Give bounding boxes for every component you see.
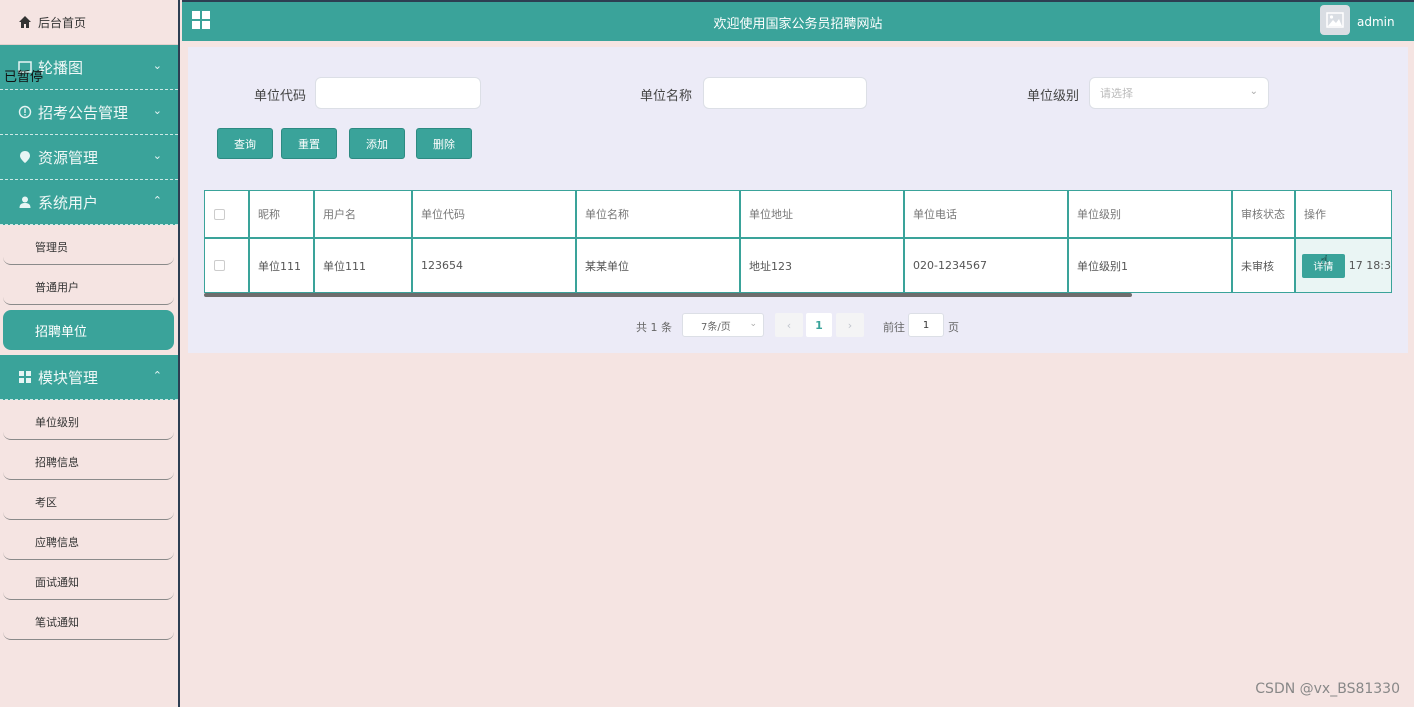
checkbox[interactable]	[214, 208, 225, 220]
column-header[interactable]: 单位级别	[1069, 191, 1233, 237]
avatar[interactable]	[1320, 5, 1350, 35]
main-panel: 单位代码 单位名称 单位级别 请选择 ⌄ 查询 重置 添加 删除 昵称 用户名 …	[188, 47, 1408, 353]
sidebar-item-interview-notice[interactable]: 面试通知	[3, 565, 174, 600]
column-header[interactable]: 审核状态	[1233, 191, 1296, 237]
sidebar-item-label: 后台首页	[38, 15, 87, 30]
menu-label: 招考公告管理	[38, 103, 129, 122]
image-icon	[1326, 12, 1344, 28]
menu-modules[interactable]: 模块管理 ⌃	[0, 355, 178, 400]
chevron-down-icon: ⌄	[152, 59, 162, 72]
menu-label: 资源管理	[38, 148, 99, 167]
page-size-select[interactable]: 7条/页 ⌄	[682, 313, 764, 337]
menu-system-users[interactable]: 系统用户 ⌃	[0, 180, 178, 225]
sidebar-item-application-info[interactable]: 应聘信息	[3, 525, 174, 560]
chevron-down-icon: ⌄	[1249, 86, 1258, 97]
next-page-button[interactable]: ›	[836, 313, 864, 337]
cell-phone: 020-1234567	[905, 239, 1069, 292]
sidebar-item-recruit-info[interactable]: 招聘信息	[3, 445, 174, 480]
username[interactable]: admin	[1357, 15, 1395, 29]
sidebar-item-normal-user[interactable]: 普通用户	[3, 270, 174, 305]
header-select-all[interactable]	[205, 191, 250, 237]
cell-username: 单位111	[315, 239, 413, 292]
menu-label: 轮播图	[38, 58, 84, 77]
sidebar-item-admin[interactable]: 管理员	[3, 230, 174, 265]
delete-button[interactable]: 删除	[416, 128, 472, 159]
sidebar-item-exam-area[interactable]: 考区	[3, 485, 174, 520]
cell-name: 某某单位	[577, 239, 741, 292]
info-icon	[18, 105, 32, 119]
query-button[interactable]: 查询	[217, 128, 273, 159]
unit-code-label: 单位代码	[254, 89, 307, 104]
sidebar-item-recruiting-unit[interactable]: 招聘单位	[3, 310, 174, 350]
chevron-up-icon: ⌃	[152, 194, 162, 207]
column-header[interactable]: 单位地址	[741, 191, 905, 237]
watermark: CSDN @vx_BS81330	[1255, 681, 1400, 697]
page-suffix: 页	[948, 321, 959, 334]
chevron-down-icon: ⌄	[152, 104, 162, 117]
cell-level: 单位级别1	[1069, 239, 1233, 292]
unit-level-select[interactable]: 请选择 ⌄	[1089, 77, 1269, 109]
unit-name-input[interactable]	[703, 77, 867, 109]
page-size-value: 7条/页	[701, 321, 731, 333]
column-header: 操作	[1304, 208, 1326, 221]
reset-button[interactable]: 重置	[281, 128, 337, 159]
chevron-up-icon: ⌃	[152, 369, 162, 382]
prev-page-button[interactable]: ‹	[775, 313, 803, 337]
cell-code: 123654	[413, 239, 577, 292]
unit-code-input[interactable]	[315, 77, 481, 109]
unit-level-label: 单位级别	[1027, 89, 1080, 104]
top-bar: 欢迎使用国家公务员招聘网站 admin	[182, 0, 1414, 41]
goto-page-input[interactable]: 1	[908, 313, 944, 337]
checkbox[interactable]	[214, 260, 225, 271]
chevron-down-icon: ⌄	[152, 149, 162, 162]
column-header[interactable]: 单位代码	[413, 191, 577, 237]
pagination: 共 1 条 7条/页 ⌄ ‹ 1 › 前往 1 页	[188, 313, 1408, 337]
sidebar-item-written-notice[interactable]: 笔试通知	[3, 605, 174, 640]
pagination-total: 共 1 条	[636, 321, 672, 334]
chevron-left-icon: ‹	[786, 318, 792, 332]
cell-status: 未审核	[1233, 239, 1296, 292]
row-select[interactable]	[205, 239, 250, 292]
chevron-down-icon: ⌄	[749, 319, 757, 329]
table-header-row: 昵称 用户名 单位代码 单位名称 单位地址 单位电话 单位级别 审核状态 操作	[205, 191, 1391, 239]
table-row: 单位111 单位111 123654 某某单位 地址123 020-123456…	[205, 239, 1391, 292]
grid-icon	[18, 370, 32, 384]
column-header[interactable]: 昵称	[250, 191, 315, 237]
data-table: 昵称 用户名 单位代码 单位名称 单位地址 单位电话 单位级别 审核状态 操作 …	[204, 190, 1392, 293]
chevron-right-icon: ›	[847, 318, 853, 332]
site-title: 欢迎使用国家公务员招聘网站	[713, 17, 883, 32]
column-header[interactable]: 用户名	[315, 191, 413, 237]
page-number-button[interactable]: 1	[806, 313, 832, 337]
cell-nickname: 单位111	[250, 239, 315, 292]
menu-announcements[interactable]: 招考公告管理 ⌄	[0, 90, 178, 135]
mouse-cursor-icon: ☝	[1320, 253, 1329, 269]
sidebar-item-home[interactable]: 后台首页	[0, 0, 178, 45]
cell-overflow-text: 17 18:3	[1348, 259, 1391, 272]
goto-label: 前往	[883, 321, 905, 334]
cell-address: 地址123	[741, 239, 905, 292]
menu-label: 模块管理	[38, 368, 99, 387]
column-header[interactable]: 单位名称	[577, 191, 741, 237]
paused-overlay-text: 已暂停	[4, 70, 44, 85]
add-button[interactable]: 添加	[349, 128, 405, 159]
column-header[interactable]: 单位电话	[905, 191, 1069, 237]
menu-label: 系统用户	[38, 193, 99, 212]
sidebar: 后台首页 轮播图 ⌄ 招考公告管理 ⌄ 资源管理 ⌄ 系统用户 ⌃ 管理员 普通…	[0, 0, 180, 707]
unit-name-label: 单位名称	[640, 89, 693, 104]
cell-actions: 详情 17 18:3	[1296, 239, 1391, 292]
menu-resources[interactable]: 资源管理 ⌄	[0, 135, 178, 180]
horizontal-scrollbar[interactable]	[204, 293, 1132, 297]
select-placeholder: 请选择	[1100, 87, 1133, 100]
sidebar-item-unit-level[interactable]: 单位级别	[3, 405, 174, 440]
location-icon	[18, 150, 32, 164]
user-icon	[18, 195, 32, 209]
home-icon	[19, 16, 31, 28]
